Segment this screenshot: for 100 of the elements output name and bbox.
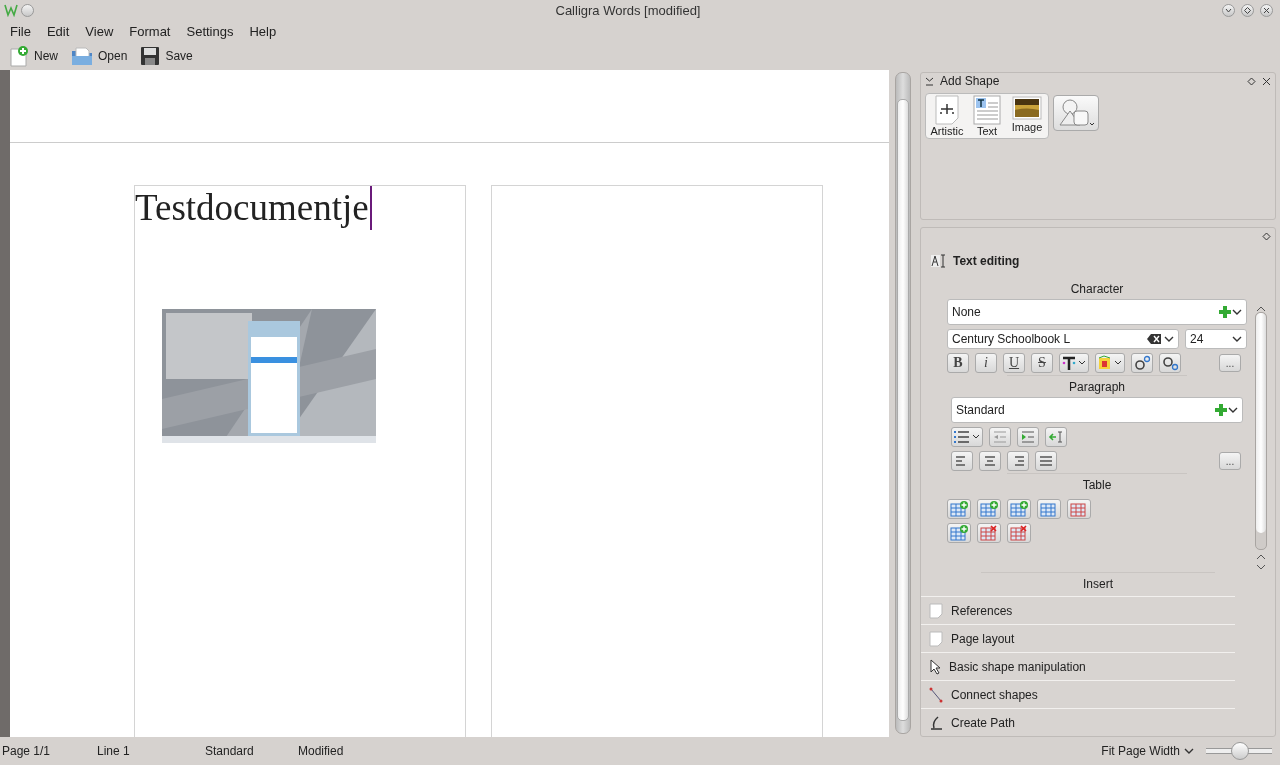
section-heading: Character — [1069, 281, 1125, 298]
shape-item[interactable]: Image — [1008, 95, 1046, 137]
float-icon[interactable] — [1247, 76, 1256, 86]
subscript-icon — [1161, 355, 1179, 371]
diamond-icon — [1244, 6, 1251, 14]
shape-item[interactable]: Artistic — [928, 95, 966, 137]
insert-row-icon — [950, 525, 968, 541]
section-heading: Insert — [981, 572, 1215, 594]
merge-cells-icon — [1040, 501, 1058, 517]
shape-item[interactable]: Text — [968, 95, 1006, 137]
tool-tab[interactable]: Connect shapes — [921, 680, 1235, 708]
format-button[interactable]: B — [947, 353, 969, 373]
window-menu-button[interactable] — [21, 3, 34, 17]
collapse-icon[interactable] — [925, 76, 934, 86]
add-icon — [1218, 305, 1232, 319]
format-button[interactable]: S — [1031, 353, 1053, 373]
page-indicator: Page 1/1 — [2, 744, 52, 758]
dropdown-caret-icon — [1232, 335, 1242, 343]
page-icon — [929, 630, 943, 647]
font-size-combo[interactable]: 24 — [1185, 329, 1247, 349]
scroll-up-icon[interactable] — [1256, 554, 1266, 560]
tool-tab[interactable]: Page layout — [921, 624, 1235, 652]
table-button[interactable] — [1067, 499, 1091, 519]
tool-tab[interactable]: References — [921, 596, 1235, 624]
style-indicator: Standard — [205, 744, 255, 758]
menu-item[interactable]: Edit — [38, 23, 78, 39]
window-title: Calligra Words [modified] — [554, 2, 702, 18]
close-icon[interactable] — [1262, 76, 1271, 86]
table-button[interactable] — [977, 523, 1001, 543]
insert-column-icon — [980, 501, 998, 517]
zoom-mode-dropdown[interactable]: Fit Page Width — [1095, 743, 1200, 759]
close-button[interactable] — [1260, 3, 1273, 17]
table-button[interactable] — [1007, 499, 1031, 519]
tool-title: Text editing — [953, 254, 1020, 268]
scroll-down-icon[interactable] — [1256, 564, 1266, 570]
curve-tool-icon — [929, 714, 943, 731]
dropdown-caret-icon — [1232, 308, 1242, 316]
table-button[interactable] — [977, 499, 1001, 519]
align-button[interactable] — [1007, 451, 1029, 471]
table-button[interactable] — [947, 523, 971, 543]
increase-indent-button[interactable] — [1017, 427, 1039, 447]
menu-item[interactable]: Format — [121, 23, 179, 39]
outdent-icon — [992, 430, 1008, 444]
app-logo-icon — [4, 3, 18, 17]
format-button[interactable]: i — [975, 353, 997, 373]
dropdown-caret-icon — [1228, 406, 1238, 414]
text-color-button[interactable] — [1059, 353, 1089, 373]
section-heading: Table — [1007, 473, 1187, 495]
align-button[interactable] — [1035, 451, 1057, 471]
dropdown-caret-icon — [1184, 747, 1194, 755]
superscript-button[interactable] — [1131, 353, 1153, 373]
menu-item[interactable]: File — [2, 23, 39, 39]
list-style-button[interactable] — [951, 427, 983, 447]
pointer-icon — [929, 658, 941, 675]
table-button[interactable] — [1007, 523, 1031, 543]
highlight-color-button[interactable] — [1095, 353, 1125, 373]
line-break-button[interactable] — [1045, 427, 1067, 447]
insert-column-icon — [1010, 501, 1028, 517]
align-button[interactable] — [979, 451, 1001, 471]
more-options-button[interactable]: ... — [1219, 354, 1241, 372]
character-style-combo[interactable]: None — [947, 299, 1247, 325]
split-cells-icon — [1070, 501, 1088, 517]
text-tool-icon — [931, 254, 947, 268]
toolbar-button[interactable]: Open — [66, 43, 132, 69]
float-icon[interactable] — [1262, 231, 1271, 241]
table-button[interactable] — [947, 499, 971, 519]
menu-item[interactable]: Help — [241, 23, 285, 39]
toolbar-button[interactable]: Save — [135, 43, 197, 69]
text-frame-icon — [973, 95, 1001, 125]
line-break-icon — [1048, 430, 1064, 444]
toolbar-button[interactable]: New — [4, 43, 62, 69]
scroll-up-icon[interactable] — [1256, 306, 1266, 312]
menu-item[interactable]: Settings — [178, 23, 242, 39]
format-button[interactable]: U — [1003, 353, 1025, 373]
subscript-button[interactable] — [1159, 353, 1181, 373]
text-color-icon — [1061, 355, 1087, 371]
decrease-indent-button[interactable] — [989, 427, 1011, 447]
delete-row-icon — [980, 525, 998, 541]
table-button[interactable] — [1037, 499, 1061, 519]
dropdown-caret-icon — [1164, 335, 1174, 343]
add-icon — [1214, 403, 1228, 417]
line-indicator: Line 1 — [97, 744, 131, 758]
tool-tab[interactable]: Create Path — [921, 708, 1235, 736]
shape-collection-button[interactable] — [1053, 95, 1099, 131]
minimize-button[interactable] — [1222, 3, 1235, 17]
menu-item[interactable]: View — [77, 23, 122, 39]
insert-table-icon — [950, 501, 968, 517]
paragraph-style-combo[interactable]: Standard — [951, 397, 1243, 423]
slider-handle[interactable] — [1231, 742, 1249, 760]
align-button[interactable] — [951, 451, 973, 471]
new-document-icon — [8, 45, 30, 67]
modified-indicator: Modified — [298, 744, 344, 758]
more-options-button[interactable]: ... — [1219, 452, 1241, 470]
tool-tab[interactable]: Basic shape manipulation — [921, 652, 1235, 680]
panel-title: Add Shape — [940, 74, 1001, 88]
close-icon — [1263, 6, 1270, 14]
font-family-combo[interactable]: Century Schoolbook L — [947, 329, 1179, 349]
page-icon — [929, 602, 943, 619]
clear-icon[interactable] — [1146, 334, 1161, 344]
maximize-button[interactable] — [1241, 3, 1254, 17]
